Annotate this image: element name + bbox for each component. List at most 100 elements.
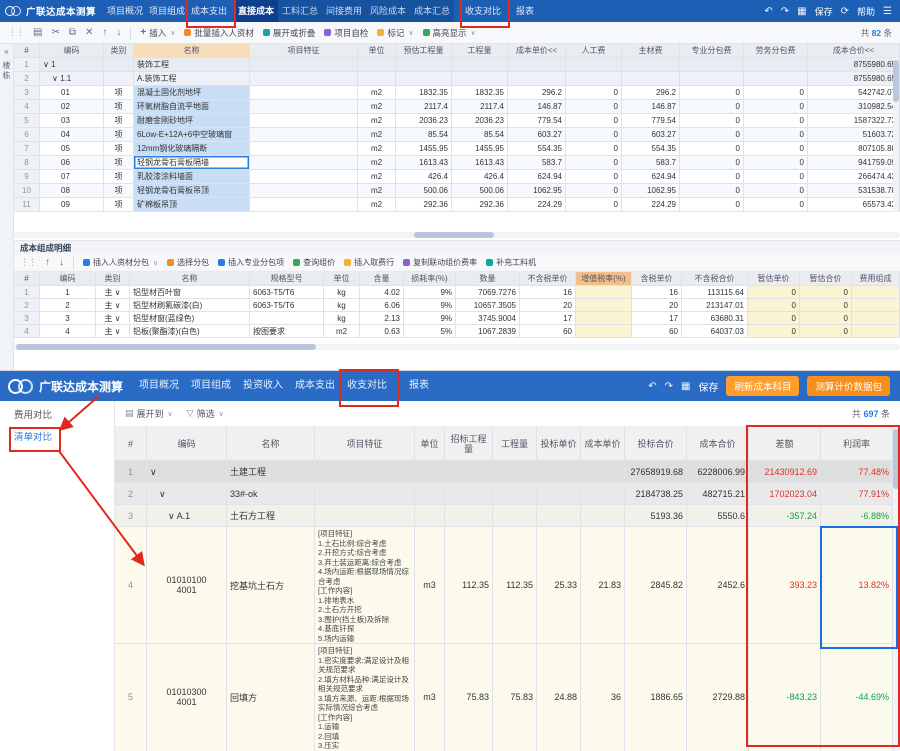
column-header[interactable]: 含量	[360, 272, 404, 286]
cell[interactable]: ∨	[147, 483, 227, 505]
collapsed-side-panel[interactable]: « 楼栋	[0, 44, 14, 370]
cell[interactable]	[576, 325, 632, 338]
table-row[interactable]: 1008项轻钢龙骨石膏板吊顶m2500.06500.061062.9501062…	[14, 184, 900, 198]
cell[interactable]: 01010100 4001	[147, 527, 227, 644]
column-header[interactable]: 成本合价	[687, 427, 749, 461]
cell[interactable]	[493, 461, 537, 483]
apps-icon[interactable]: ▦	[797, 6, 806, 17]
cell[interactable]: 0.63	[360, 325, 404, 338]
cell[interactable]: [项目特征] 1.密实度要求:满足设计及相关规范要求 2.填方材料品种:满足设计…	[315, 644, 415, 751]
cell[interactable]	[250, 114, 358, 128]
cell[interactable]: 77.48%	[821, 461, 893, 483]
move-up-icon[interactable]: ↑	[102, 27, 107, 38]
cell[interactable]	[452, 58, 508, 72]
orange-button-1[interactable]: 测算计价数据包	[807, 376, 890, 396]
table-row[interactable]: 501010300 4001回填方[项目特征] 1.密实度要求:满足设计及相关规…	[115, 644, 893, 751]
top-subtab-3[interactable]: 风险成本	[366, 0, 410, 22]
paste-icon[interactable]: ▤	[33, 27, 42, 38]
cell[interactable]: 0	[680, 114, 744, 128]
cell[interactable]: 75.83	[493, 644, 537, 751]
column-header[interactable]: 数量	[456, 272, 520, 286]
cell[interactable]: 0	[566, 156, 622, 170]
cell[interactable]: 装饰工程	[134, 58, 250, 72]
cell[interactable]	[104, 72, 134, 86]
top-menu-item-1[interactable]: 项目组成	[146, 0, 188, 22]
cell[interactable]: 296.2	[508, 86, 566, 100]
cell[interactable]	[622, 72, 680, 86]
cell[interactable]: 2184738.25	[625, 483, 687, 505]
cell[interactable]: 112.35	[493, 527, 537, 644]
cell[interactable]: 3	[40, 312, 96, 325]
cell[interactable]: 64037.03	[682, 325, 748, 338]
cell[interactable]	[852, 286, 900, 299]
cell[interactable]: 挖基坑土石方	[227, 527, 315, 644]
cell[interactable]: 09	[40, 198, 104, 212]
cell[interactable]	[396, 58, 452, 72]
cell[interactable]	[445, 483, 493, 505]
cell[interactable]: 65573.42	[808, 198, 900, 212]
cell[interactable]: 0	[800, 286, 852, 299]
cell[interactable]: -44.69%	[821, 644, 893, 751]
cell[interactable]: 2729.88	[687, 644, 749, 751]
cell[interactable]: 04	[40, 128, 104, 142]
cell[interactable]	[445, 505, 493, 527]
cell[interactable]	[315, 505, 415, 527]
cell[interactable]	[680, 58, 744, 72]
cell[interactable]: 224.29	[622, 198, 680, 212]
cell[interactable]: 9%	[404, 299, 456, 312]
cell[interactable]: 0	[744, 114, 808, 128]
cell[interactable]: 7069.7276	[456, 286, 520, 299]
cell[interactable]: 03	[40, 114, 104, 128]
cell[interactable]	[315, 483, 415, 505]
cell[interactable]	[680, 72, 744, 86]
cell[interactable]: 2.13	[360, 312, 404, 325]
cell[interactable]: 耐磨金刚砂地坪	[134, 114, 250, 128]
cell[interactable]: 3	[14, 86, 40, 100]
cell[interactable]: 1	[115, 461, 147, 483]
toolbar-button-2[interactable]: 项目自检	[324, 27, 368, 39]
cell[interactable]: 500.06	[452, 184, 508, 198]
vertical-scrollbar[interactable]	[893, 427, 899, 751]
cell[interactable]: 08	[40, 184, 104, 198]
cell[interactable]: 482715.21	[687, 483, 749, 505]
cell[interactable]: 292.36	[452, 198, 508, 212]
bottom-menu-item-2[interactable]: 投资收入	[237, 371, 289, 401]
cell[interactable]: 112.35	[445, 527, 493, 644]
cell[interactable]	[250, 142, 358, 156]
cell[interactable]: m2	[358, 198, 396, 212]
cell[interactable]	[852, 299, 900, 312]
cell[interactable]: 554.35	[508, 142, 566, 156]
cell[interactable]: 16	[632, 286, 682, 299]
cell[interactable]: -357.24	[749, 505, 821, 527]
sidebar-item-1[interactable]: 清单对比	[0, 427, 114, 449]
drag-handle[interactable]: ⋮⋮	[8, 27, 24, 38]
cell[interactable]: 轻钢龙骨石膏板吊顶	[134, 184, 250, 198]
cell[interactable]: 17	[632, 312, 682, 325]
help-button[interactable]: 帮助	[857, 5, 875, 18]
cell[interactable]: 6063-T5/T6	[250, 286, 324, 299]
column-header[interactable]: #	[14, 272, 40, 286]
column-header[interactable]: 成本合价<<	[808, 44, 900, 58]
top-menu-right-item-1[interactable]: 报表	[504, 0, 546, 22]
cell[interactable]: 土石方工程	[227, 505, 315, 527]
collapse-icon[interactable]: «	[4, 47, 8, 56]
cell[interactable]: 0	[680, 156, 744, 170]
table-row[interactable]: 604项6Low-E+12A+6中空玻璃窗m285.5485.54603.270…	[14, 128, 900, 142]
cell[interactable]: 77.91%	[821, 483, 893, 505]
top-menu-right-item-0[interactable]: 收支对比	[462, 0, 504, 22]
cell[interactable]: 0	[680, 184, 744, 198]
cell[interactable]: 主 ∨	[96, 325, 130, 338]
table-row[interactable]: 33主 ∨铝型材窗(蓝绿色)kg2.139%3745.9004171763680…	[14, 312, 900, 325]
cell[interactable]	[537, 483, 581, 505]
cell[interactable]: 21.83	[581, 527, 625, 644]
cell[interactable]: 项	[104, 86, 134, 100]
move-down-icon[interactable]: ↓	[59, 257, 64, 268]
orange-button-0[interactable]: 刷新成本科目	[726, 376, 799, 396]
cell[interactable]: 0	[566, 114, 622, 128]
cell[interactable]: 乳胶漆涂料墙面	[134, 170, 250, 184]
detail-toolbar-button-4[interactable]: 插入取费行	[344, 257, 394, 268]
cell[interactable]: 矿棉板吊顶	[134, 198, 250, 212]
cell[interactable]: 0	[566, 142, 622, 156]
cell[interactable]	[576, 286, 632, 299]
detail-toolbar-button-5[interactable]: 复制联动组价费率	[403, 257, 477, 268]
